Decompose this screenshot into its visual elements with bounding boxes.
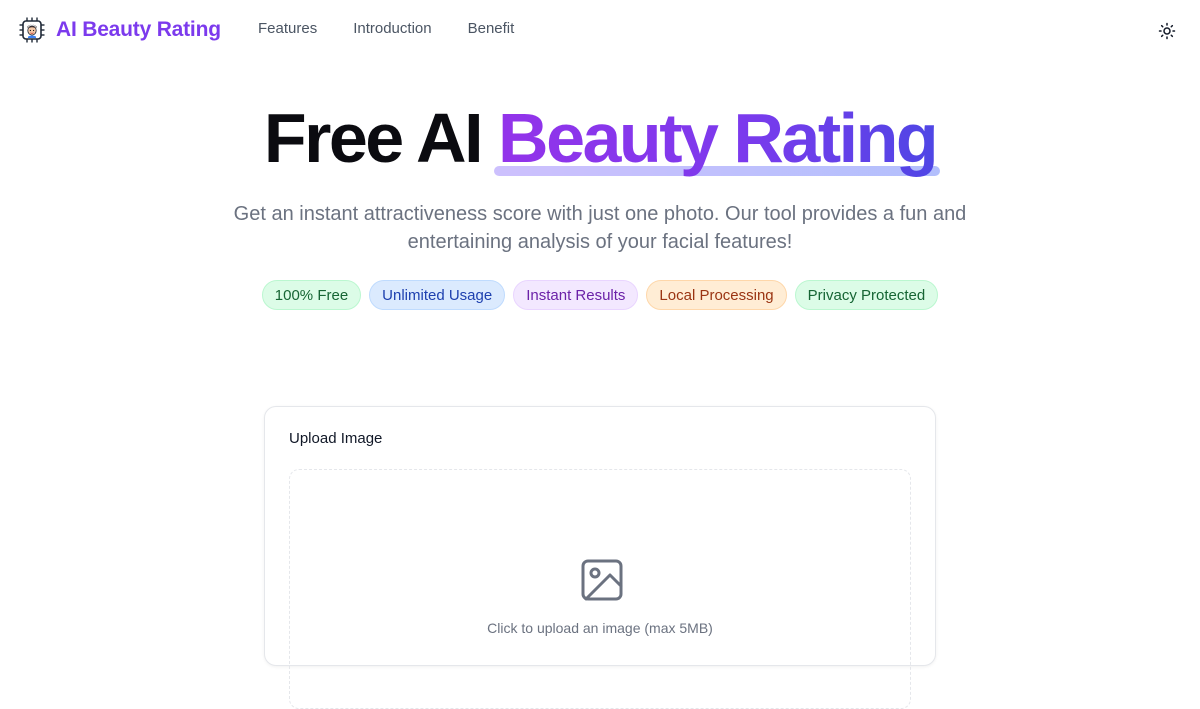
badge-privacy-protected: Privacy Protected: [794, 280, 939, 310]
feature-badges: 100% Free Unlimited Usage Instant Result…: [0, 280, 1200, 310]
hero-title-highlight-wrap: Beauty Rating: [494, 96, 941, 180]
theme-toggle-button[interactable]: [1156, 20, 1178, 42]
nav-link-features[interactable]: Features: [258, 20, 317, 37]
hero-subtitle: Get an instant attractiveness score with…: [233, 203, 967, 253]
brand-home-link[interactable]: AI Beauty Rating: [18, 16, 221, 44]
brand-name: AI Beauty Rating: [56, 18, 221, 41]
badge-free: 100% Free: [261, 280, 362, 310]
badge-local-processing: Local Processing: [646, 280, 787, 310]
badge-instant-results: Instant Results: [513, 280, 639, 310]
image-dropzone[interactable]: Click to upload an image (max 5MB): [289, 469, 911, 709]
badge-unlimited-usage: Unlimited Usage: [369, 280, 506, 310]
hero-title-highlight: Beauty Rating: [498, 99, 939, 177]
upload-hint: Click to upload an image (max 5MB): [487, 620, 713, 636]
upload-card: Upload Image Click to upload an image (m…: [264, 406, 936, 709]
top-navbar: AI Beauty Rating Features Introduction B…: [0, 0, 1200, 60]
sun-icon: [1158, 22, 1176, 40]
image-icon: [581, 559, 623, 601]
nav-link-benefit[interactable]: Benefit: [468, 20, 515, 37]
nav-link-introduction[interactable]: Introduction: [353, 20, 431, 37]
hero-title: Free AI Beauty Rating: [0, 96, 1200, 180]
hero-title-plain: Free AI: [263, 99, 499, 177]
nav-links: Features Introduction Benefit: [258, 20, 514, 37]
robot-face-chip-icon: [19, 17, 45, 43]
upload-card-title: Upload Image: [289, 430, 383, 447]
